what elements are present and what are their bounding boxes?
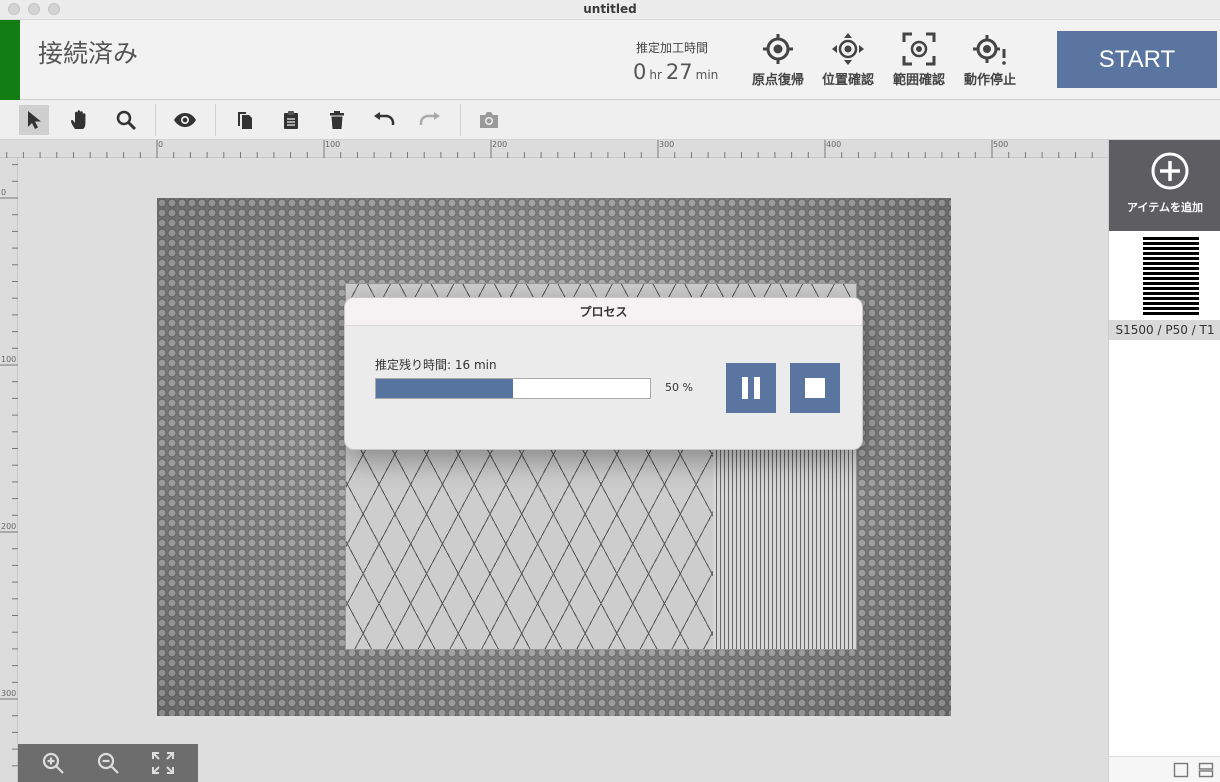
estimate-hours: 0: [633, 60, 647, 84]
ruler-top-label: 500: [993, 140, 1009, 149]
position-check-label: 位置確認: [821, 73, 874, 88]
zoom-tool[interactable]: [111, 105, 141, 135]
toolbar-divider: [155, 104, 156, 136]
paste-tool[interactable]: [276, 105, 306, 135]
progress-fill: [376, 379, 513, 398]
home-button-label: 原点復帰: [751, 73, 804, 88]
pause-button[interactable]: [726, 363, 776, 413]
toolbar: [0, 100, 1220, 140]
ruler-top-label: 300: [659, 140, 675, 149]
item-settings-caption[interactable]: S1500 / P50 / T1: [1109, 320, 1220, 340]
ruler-top-label: 100: [325, 140, 341, 149]
copy-tool[interactable]: [230, 105, 260, 135]
split-view-icon[interactable]: [1198, 762, 1214, 778]
connection-indicator: [0, 20, 20, 100]
copy-icon: [238, 112, 252, 129]
estimate-hr-unit: hr: [649, 68, 662, 82]
ruler-left-label: 100: [1, 355, 17, 364]
toolbar-divider: [215, 104, 216, 136]
fit-view-button[interactable]: [150, 750, 176, 776]
fullscreen-icon: [152, 752, 174, 774]
zoom-bar: [18, 744, 198, 782]
process-dialog: プロセス 推定残り時間: 16 min 50 %: [344, 297, 863, 450]
home-target-icon: [763, 34, 793, 64]
estimate-time: 0 hr 27 min: [633, 60, 722, 84]
progress-percent: 50 %: [665, 381, 693, 394]
undo-tool[interactable]: [369, 105, 399, 135]
move-target-icon: [832, 33, 864, 65]
estimate-label: 推定加工時間: [636, 41, 709, 55]
camera-icon: [480, 112, 498, 128]
preview-tool[interactable]: [170, 105, 200, 135]
dialog-title: プロセス: [345, 298, 862, 326]
pause-icon: [742, 377, 760, 399]
zoom-out-button[interactable]: [95, 750, 121, 776]
ruler-left-label: 0: [1, 188, 7, 197]
ruler-left: 0 100 200 300: [0, 158, 18, 782]
select-tool[interactable]: [19, 105, 49, 135]
sidebar-footer: [1109, 756, 1220, 782]
ruler-left-label: 200: [1, 522, 17, 531]
eye-icon: [174, 113, 196, 127]
zoom-in-button[interactable]: [40, 750, 66, 776]
hand-icon: [71, 110, 86, 129]
undo-icon: [374, 112, 395, 125]
ruler-top: 0 100 200 300 400 500: [0, 140, 1108, 158]
ruler-top-ticks: [6, 140, 1093, 158]
connection-status: 接続済み: [38, 39, 139, 68]
stop-button[interactable]: [790, 363, 840, 413]
hand-tool[interactable]: [65, 105, 95, 135]
window-title: untitled: [583, 2, 637, 16]
range-check-label: 範囲確認: [892, 73, 945, 88]
single-view-icon[interactable]: [1173, 762, 1189, 778]
engraved-part-lines: [713, 450, 856, 649]
stop-operation-button[interactable]: 動作停止: [955, 32, 1025, 94]
add-item-label: アイテムを追加: [1127, 201, 1203, 214]
redo-tool[interactable]: [415, 105, 445, 135]
zoom-out-icon: [97, 752, 119, 774]
header: 接続済み 推定加工時間 0 hr 27 min 原点復帰 位置確認 範囲確認 動…: [0, 20, 1220, 100]
ruler-top-label: 0: [158, 140, 164, 149]
app-window: untitled 接続済み 推定加工時間 0 hr 27 min 原点復帰 位置確認: [0, 0, 1220, 782]
toolbar-divider: [460, 104, 461, 136]
add-item-button[interactable]: アイテムを追加: [1109, 140, 1220, 231]
frame-target-icon: [902, 32, 936, 66]
home-button[interactable]: 原点復帰: [743, 32, 813, 94]
item-thumbnail[interactable]: [1143, 237, 1199, 315]
add-circle-icon: [1151, 152, 1189, 190]
estimate-minutes: 27: [665, 60, 693, 84]
trash-icon: [330, 111, 344, 129]
zoom-in-icon: [42, 752, 64, 774]
range-check-button[interactable]: 範囲確認: [884, 32, 954, 94]
item-sidebar: アイテムを追加 S1500 / P50 / T1: [1108, 140, 1220, 782]
start-button[interactable]: START: [1057, 31, 1217, 88]
select-icon: [28, 111, 41, 129]
position-check-button[interactable]: 位置確認: [813, 32, 883, 94]
remaining-time: 推定残り時間: 16 min: [375, 358, 497, 372]
paste-icon: [284, 111, 298, 129]
stop-operation-label: 動作停止: [963, 73, 1016, 88]
title-bar: untitled: [0, 0, 1220, 20]
zoom-icon: [116, 110, 137, 131]
camera-tool[interactable]: [474, 105, 504, 135]
progress-bar: [375, 378, 651, 399]
redo-icon: [419, 112, 440, 125]
estimate-min-unit: min: [695, 68, 719, 82]
ruler-top-label: 400: [826, 140, 842, 149]
ruler-top-label: 200: [492, 140, 508, 149]
stop-target-icon: [973, 35, 1006, 65]
delete-tool[interactable]: [322, 105, 352, 135]
ruler-left-label: 300: [1, 689, 17, 698]
stop-icon: [805, 378, 825, 398]
